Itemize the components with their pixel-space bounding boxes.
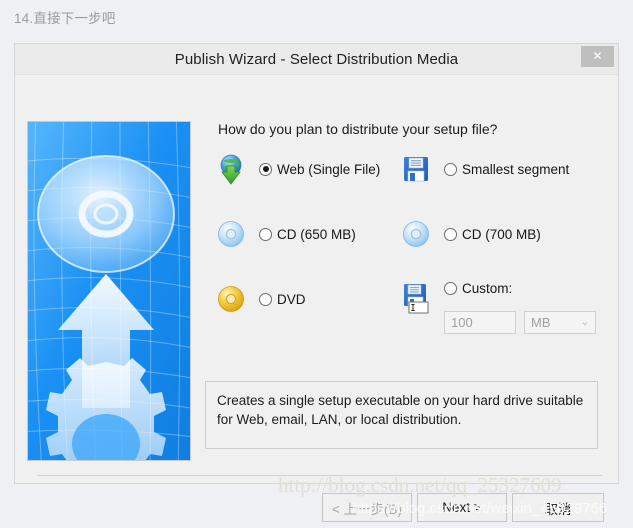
cancel-button[interactable]: 取消 [512, 493, 604, 522]
cd-disc-icon [398, 216, 434, 252]
options-grid: Web (Single File) Smallest segment CD (6… [213, 151, 605, 346]
question-label: How do you plan to distribute your setup… [218, 121, 498, 137]
option-row: CD (650 MB) CD (700 MB) [213, 216, 605, 281]
dvd-disc-icon [213, 281, 249, 317]
banner-artwork-svg [28, 122, 190, 460]
radio-indicator [259, 162, 272, 176]
floppy-disk-custom-icon [398, 281, 434, 317]
option-label: Custom: [462, 281, 513, 296]
back-button[interactable]: < 上一步(B) [322, 493, 412, 522]
next-button[interactable]: Next > [417, 493, 507, 522]
option-label: Smallest segment [462, 161, 570, 177]
publish-wizard-dialog: Publish Wizard - Select Distribution Med… [14, 43, 619, 522]
option-custom[interactable]: Custom: 100 MB ⌄ [398, 281, 596, 334]
custom-size-unit-value: MB [531, 315, 551, 330]
radio-indicator [444, 227, 457, 241]
option-label: DVD [277, 291, 306, 307]
option-cd-700[interactable]: CD (700 MB) [398, 216, 583, 252]
footer-buttons: < 上一步(B) Next > 取消 [322, 493, 604, 522]
chevron-down-icon: ⌄ [580, 317, 589, 328]
option-label: Web (Single File) [277, 161, 381, 177]
option-dvd[interactable]: DVD [213, 281, 398, 317]
footer-separator [37, 475, 602, 476]
description-text: Creates a single setup executable on you… [217, 393, 584, 427]
dialog-title: Publish Wizard - Select Distribution Med… [174, 50, 459, 68]
dialog-body: How do you plan to distribute your setup… [15, 75, 618, 522]
floppy-disk-icon [398, 151, 434, 187]
banner-disc [37, 155, 175, 273]
option-web[interactable]: Web (Single File) [213, 151, 398, 187]
option-label: CD (700 MB) [462, 226, 541, 242]
radio-cd-650[interactable]: CD (650 MB) [259, 227, 356, 242]
custom-size-controls: 100 MB ⌄ [444, 311, 596, 334]
custom-size-input[interactable]: 100 [444, 311, 516, 334]
radio-web[interactable]: Web (Single File) [259, 162, 380, 177]
cd-disc-icon [213, 216, 249, 252]
dialog-titlebar: Publish Wizard - Select Distribution Med… [15, 44, 618, 75]
wizard-banner-image [27, 121, 191, 461]
radio-custom[interactable]: Custom: [444, 281, 512, 296]
custom-size-unit-select[interactable]: MB ⌄ [524, 311, 596, 334]
option-cd-650[interactable]: CD (650 MB) [213, 216, 398, 252]
option-smallest-segment[interactable]: Smallest segment [398, 151, 583, 187]
radio-cd-700[interactable]: CD (700 MB) [444, 227, 541, 242]
radio-dvd[interactable]: DVD [259, 292, 306, 307]
option-row: Web (Single File) Smallest segment [213, 151, 605, 216]
option-label: CD (650 MB) [277, 226, 356, 242]
radio-indicator [259, 227, 272, 241]
close-icon[interactable]: ✕ [581, 46, 614, 67]
radio-indicator [444, 162, 457, 176]
description-box: Creates a single setup executable on you… [205, 381, 598, 449]
radio-indicator [444, 282, 457, 295]
options-pane: How do you plan to distribute your setup… [205, 121, 605, 346]
page-caption: 14.直接下一步吧 [14, 11, 116, 26]
radio-indicator [259, 292, 272, 306]
globe-download-icon [213, 151, 249, 187]
option-row: DVD Custom: 100 MB ⌄ [213, 281, 605, 346]
radio-smallest-segment[interactable]: Smallest segment [444, 162, 569, 177]
